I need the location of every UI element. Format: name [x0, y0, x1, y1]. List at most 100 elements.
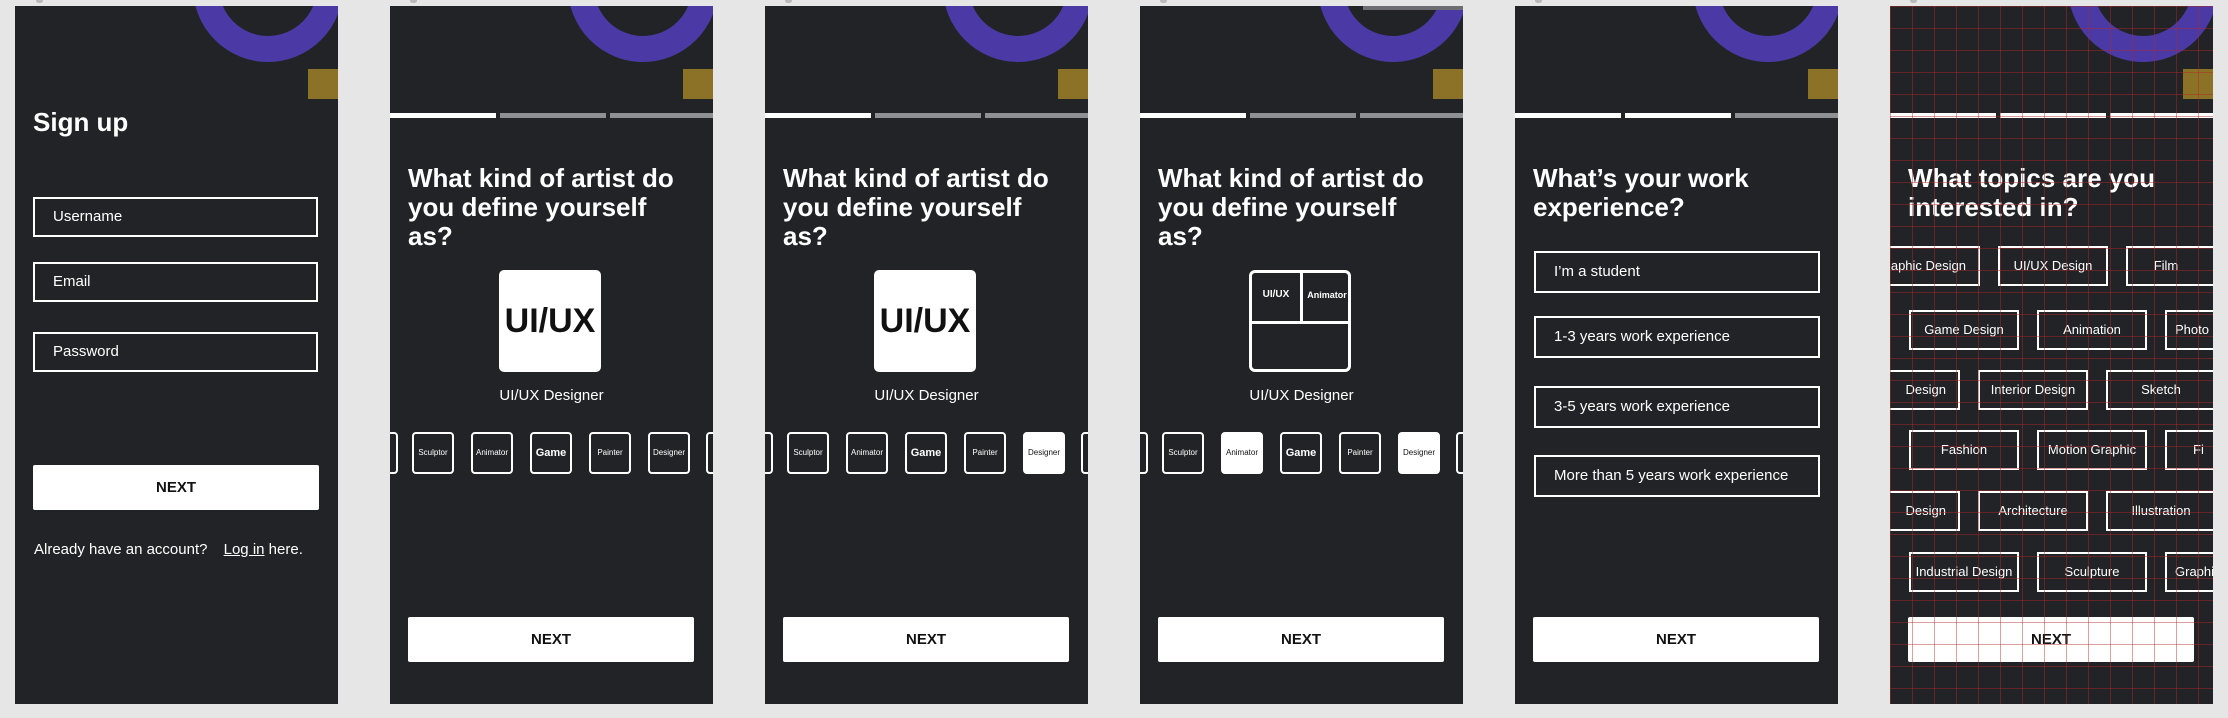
chip-sculptor[interactable]: Sculptor: [1162, 432, 1204, 474]
topic-chip[interactable]: Game Design: [1909, 310, 2019, 350]
topic-chip[interactable]: Sculpture: [2037, 552, 2147, 592]
chip-painter[interactable]: Painter: [589, 432, 631, 474]
frame-artist-type-multi: What kind of artist do you define yourse…: [1140, 6, 1463, 704]
chip-painter[interactable]: Painter: [964, 432, 1006, 474]
decor-arc: [1318, 6, 1463, 62]
selected-artist-tile[interactable]: UI/UX: [874, 270, 976, 372]
decor-arc: [193, 6, 338, 62]
login-suffix-text: here.: [268, 541, 303, 558]
chip-sculptor[interactable]: Sculptor: [412, 432, 454, 474]
chip-designer[interactable]: Designer: [648, 432, 690, 474]
login-prompt: Already have an account? Log in here.: [34, 541, 303, 558]
frame-handle: [410, 0, 417, 3]
chip-partial[interactable]: [706, 432, 713, 474]
artist-chip-carousel[interactable]: Sculptor Animator Game Painter Designer: [390, 432, 713, 476]
topic-chip[interactable]: Photo: [2165, 310, 2213, 350]
progress-step-2: [1625, 113, 1731, 118]
frame-handle: [36, 0, 43, 3]
topic-chip[interactable]: Graphi: [2165, 552, 2213, 592]
next-button[interactable]: NEXT: [1158, 617, 1444, 662]
topic-chip[interactable]: Fi: [2165, 430, 2213, 470]
chip-game[interactable]: Game: [530, 432, 572, 474]
progress-step-1: [765, 113, 871, 118]
chip-partial[interactable]: [1140, 432, 1148, 474]
topic-chip[interactable]: Design: [1890, 491, 1960, 531]
chip-game[interactable]: Game: [1280, 432, 1322, 474]
decor-arc: [2068, 6, 2213, 62]
page-title: What kind of artist do you define yourse…: [408, 163, 674, 251]
email-field[interactable]: Email: [33, 262, 318, 302]
progress-bar: [1515, 113, 1838, 119]
page-title: What kind of artist do you define yourse…: [783, 163, 1049, 251]
progress-bar: [1890, 113, 2213, 119]
page-title: What’s your work experience?: [1533, 163, 1749, 222]
option-1-3-years[interactable]: 1-3 years work experience: [1534, 316, 1820, 358]
decor-square: [683, 69, 713, 99]
progress-step-1: [390, 113, 496, 118]
chip-designer-selected[interactable]: Designer: [1398, 432, 1440, 474]
option-5-plus-years[interactable]: More than 5 years work experience: [1534, 455, 1820, 497]
topic-chip[interactable]: Design: [1890, 370, 1960, 410]
password-field[interactable]: Password: [33, 332, 318, 372]
frame-experience: What’s your work experience? I’m a stude…: [1515, 6, 1838, 704]
artist-chip-carousel[interactable]: Sculptor Animator Game Painter Designer: [765, 432, 1088, 476]
next-button[interactable]: NEXT: [783, 617, 1069, 662]
progress-step-2: [500, 113, 606, 118]
chip-painter[interactable]: Painter: [1339, 432, 1381, 474]
option-student[interactable]: I’m a student: [1534, 251, 1820, 293]
chip-partial[interactable]: [1081, 432, 1088, 474]
next-button[interactable]: NEXT: [1908, 617, 2194, 662]
option-3-5-years[interactable]: 3-5 years work experience: [1534, 386, 1820, 428]
topic-chip[interactable]: Sketch: [2106, 370, 2213, 410]
chip-game[interactable]: Game: [905, 432, 947, 474]
multi-artist-tile[interactable]: UI/UX Animator: [1249, 270, 1351, 372]
next-button[interactable]: NEXT: [408, 617, 694, 662]
chip-animator-selected[interactable]: Animator: [1221, 432, 1263, 474]
topic-chip[interactable]: UI/UX Design: [1998, 246, 2108, 286]
next-button[interactable]: NEXT: [1533, 617, 1819, 662]
chip-animator[interactable]: Animator: [846, 432, 888, 474]
artist-caption: UI/UX Designer: [499, 387, 604, 404]
account-prompt-text: Already have an account?: [34, 541, 208, 558]
frame-topics: What topics are you interested in? aphic…: [1890, 6, 2213, 704]
page-title: What topics are you interested in?: [1908, 163, 2156, 222]
progress-bar: [765, 113, 1088, 119]
topic-chip[interactable]: Fashion: [1909, 430, 2019, 470]
chip-designer-selected[interactable]: Designer: [1023, 432, 1065, 474]
decor-square: [2183, 69, 2213, 99]
frame-handle: [785, 0, 792, 3]
progress-step-2: [2000, 113, 2106, 118]
tile-cell-uiux: UI/UX: [1262, 289, 1290, 300]
chip-partial[interactable]: [1456, 432, 1463, 474]
progress-step-3: [610, 113, 713, 118]
progress-step-3: [985, 113, 1088, 118]
chip-partial[interactable]: [765, 432, 773, 474]
topic-chip[interactable]: aphic Design: [1890, 246, 1980, 286]
artist-chip-carousel[interactable]: Sculptor Animator Game Painter Designer: [1140, 432, 1463, 476]
chip-sculptor[interactable]: Sculptor: [787, 432, 829, 474]
progress-step-1: [1890, 113, 1996, 118]
progress-bar: [1140, 113, 1463, 119]
progress-bar: [390, 113, 713, 119]
next-button[interactable]: NEXT: [33, 465, 319, 510]
topic-chip[interactable]: Film: [2126, 246, 2213, 286]
topic-chip[interactable]: Motion Graphic: [2037, 430, 2147, 470]
topic-chip[interactable]: Interior Design: [1978, 370, 2088, 410]
topic-chip[interactable]: Animation: [2037, 310, 2147, 350]
progress-step-3: [2110, 113, 2213, 118]
chip-animator[interactable]: Animator: [471, 432, 513, 474]
progress-step-1: [1515, 113, 1621, 118]
chip-partial[interactable]: [390, 432, 398, 474]
topic-chip[interactable]: Illustration: [2106, 491, 2213, 531]
selected-artist-tile[interactable]: UI/UX: [499, 270, 601, 372]
topic-chip[interactable]: Architecture: [1978, 491, 2088, 531]
username-field[interactable]: Username: [33, 197, 318, 237]
frame-handle: [1910, 0, 1917, 3]
decor-square: [1058, 69, 1088, 99]
layout-grid-overlay: [1890, 6, 2213, 704]
login-link[interactable]: Log in: [224, 541, 265, 558]
topic-chip[interactable]: Industrial Design: [1909, 552, 2019, 592]
decor-arc: [1693, 6, 1838, 62]
scroll-indicator: [1363, 6, 1463, 10]
decor-square: [308, 69, 338, 99]
